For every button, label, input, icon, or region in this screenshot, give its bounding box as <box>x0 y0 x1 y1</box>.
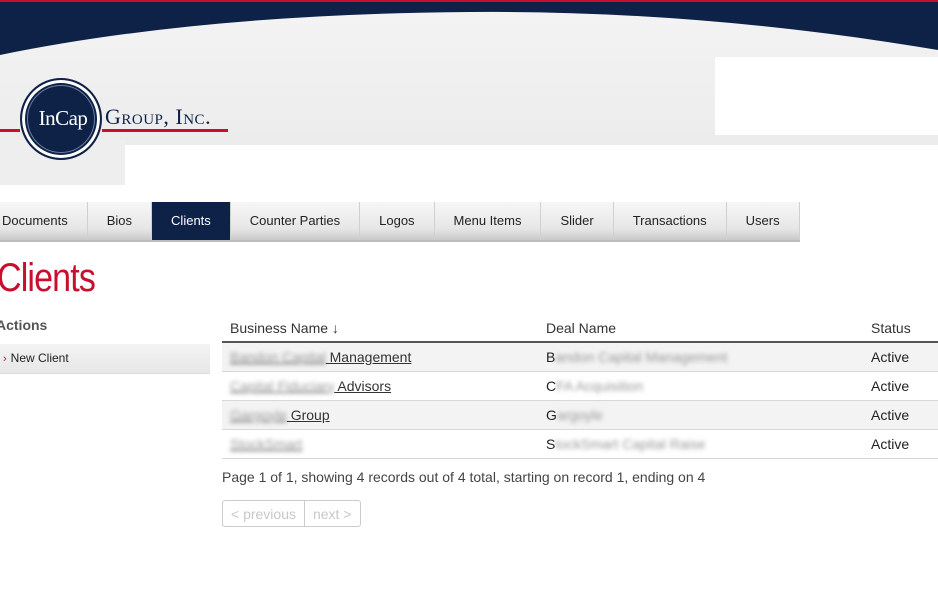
business-name-redacted: StockSmart <box>230 435 303 452</box>
nav-item-documents[interactable]: Documents <box>0 202 88 240</box>
business-name-cell: StockSmart <box>222 429 546 459</box>
table-row: Gargoyle Group Gargoyle Active <box>222 400 938 430</box>
table-row: Capital Fiduciary Advisors CFA Acquisiti… <box>222 371 938 401</box>
business-name-visible: Advisors <box>334 377 392 394</box>
column-header-status[interactable]: Status <box>871 315 938 343</box>
company-logo[interactable]: InCap Group, Inc. <box>0 78 240 162</box>
business-name-cell: Gargoyle Group <box>222 400 546 430</box>
status-cell: Active <box>871 371 938 401</box>
nav-item-users[interactable]: Users <box>727 202 800 240</box>
nav-item-slider[interactable]: Slider <box>541 202 614 240</box>
chevron-right-icon: › <box>3 353 7 365</box>
status-cell: Active <box>871 429 938 459</box>
business-name-link[interactable]: Capital Fiduciary Advisors <box>230 378 391 394</box>
logo-underline <box>102 129 228 132</box>
status-cell: Active <box>871 342 938 372</box>
pager: < previous next > <box>222 500 361 527</box>
deal-name-visible: C <box>546 377 557 394</box>
table-header-row: Business Name ↓ Deal Name Status <box>222 315 938 343</box>
business-name-link[interactable]: Bandon Capital Management <box>230 349 411 365</box>
table-row: Bandon Capital Management Bandon Capital… <box>222 342 938 372</box>
logo-emblem-text: InCap <box>38 106 88 130</box>
logo-company-text: Group, Inc. <box>105 104 212 129</box>
business-name-redacted: Bandon Capital <box>230 348 326 365</box>
deal-name-redacted: FA Acquisition <box>556 377 644 394</box>
site-header: InCap Group, Inc. <box>0 0 938 190</box>
paging-summary: Page 1 of 1, showing 4 records out of 4 … <box>222 469 706 485</box>
deal-name-redacted: tockSmart Capital Raise <box>555 435 706 452</box>
deal-name-visible: B <box>546 348 556 365</box>
deal-name-cell: Gargoyle <box>546 400 871 430</box>
new-client-label: New Client <box>10 351 69 365</box>
nav-item-clients[interactable]: Clients <box>152 202 231 240</box>
business-name-visible: Management <box>325 348 412 365</box>
business-name-cell: Capital Fiduciary Advisors <box>222 371 546 401</box>
nav-item-counter-parties[interactable]: Counter Parties <box>231 202 361 240</box>
actions-list: › New Client <box>0 344 210 374</box>
new-client-link[interactable]: › New Client <box>3 351 69 365</box>
next-page-button[interactable]: next > <box>305 501 360 526</box>
deal-name-cell: StockSmart Capital Raise <box>546 429 871 459</box>
nav-item-bios[interactable]: Bios <box>88 202 153 240</box>
column-header-business-name[interactable]: Business Name ↓ <box>222 315 546 343</box>
deal-name-visible: S <box>546 435 556 452</box>
deal-name-cell: Bandon Capital Management <box>546 342 871 372</box>
business-name-visible: Group <box>286 406 330 423</box>
nav-item-logos[interactable]: Logos <box>360 202 435 240</box>
main-nav: Documents Bios Clients Counter Parties L… <box>0 202 800 242</box>
status-cell: Active <box>871 400 938 430</box>
deal-name-redacted: argoyle <box>556 406 603 423</box>
business-name-redacted: Gargoyle <box>230 406 287 423</box>
nav-item-transactions[interactable]: Transactions <box>614 202 727 240</box>
business-name-link[interactable]: StockSmart <box>230 436 302 452</box>
table-row: StockSmart StockSmart Capital Raise Acti… <box>222 429 938 459</box>
deal-name-visible: G <box>546 406 557 423</box>
logo-underline-left <box>0 129 20 132</box>
business-name-redacted: Capital Fiduciary <box>230 377 335 394</box>
page-title: Clients <box>0 256 96 300</box>
nav-item-menu-items[interactable]: Menu Items <box>435 202 542 240</box>
clients-table: Business Name ↓ Deal Name Status Bandon … <box>222 315 938 459</box>
previous-page-button[interactable]: < previous <box>223 501 305 526</box>
business-name-link[interactable]: Gargoyle Group <box>230 407 330 423</box>
actions-heading: Actions <box>0 317 48 333</box>
deal-name-cell: CFA Acquisition <box>546 371 871 401</box>
business-name-cell: Bandon Capital Management <box>222 342 546 372</box>
header-banner-area <box>715 57 938 135</box>
deal-name-redacted: andon Capital Management <box>555 348 728 365</box>
clients-table-container: Business Name ↓ Deal Name Status Bandon … <box>222 315 938 459</box>
column-header-deal-name[interactable]: Deal Name <box>546 315 871 343</box>
